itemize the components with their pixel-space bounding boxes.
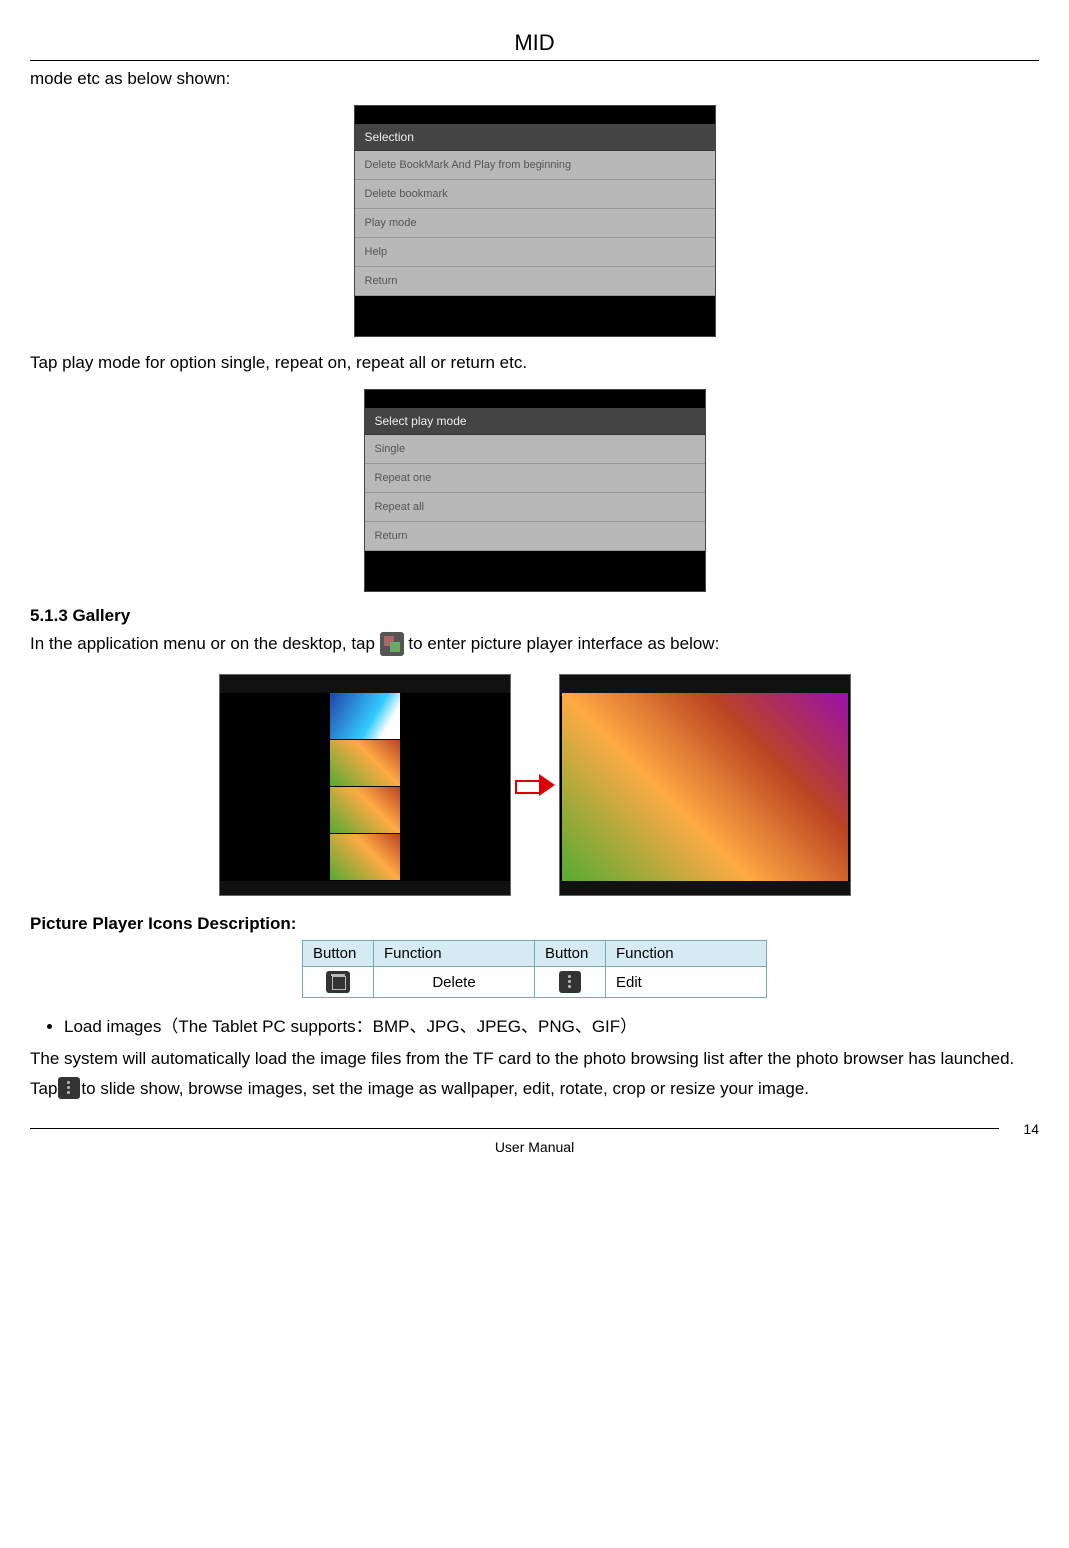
header-rule: [30, 60, 1039, 61]
page-header-title: MID: [30, 30, 1039, 56]
screenshot-gallery-list: [219, 674, 511, 896]
menu1-header: Selection: [355, 124, 715, 151]
edit-menu-icon: [559, 971, 581, 993]
menu1-item: Play mode: [355, 209, 715, 238]
gallery-line-a: In the application menu or on the deskto…: [30, 634, 380, 653]
menu2-item: Repeat one: [365, 464, 705, 493]
bullet-load-images: Load images（The Tablet PC supports：BMP、J…: [64, 1012, 1039, 1037]
menu1-item: Help: [355, 238, 715, 267]
menu1-item: Delete bookmark: [355, 180, 715, 209]
thumb-icon: [330, 740, 400, 787]
thumb-icon: [330, 693, 400, 740]
footer-rule: [30, 1128, 999, 1129]
th-function: Function: [606, 941, 767, 967]
fullimage-icon: [562, 693, 848, 881]
menu1-item: Delete BookMark And Play from beginning: [355, 151, 715, 180]
table-row: Delete Edit: [303, 967, 767, 998]
tap-line: Tap to slide show, browse images, set the…: [30, 1077, 1039, 1101]
thumb-icon: [330, 834, 400, 881]
func-delete: Delete: [374, 967, 535, 998]
tap-line-b: to slide show, browse images, set the im…: [81, 1079, 809, 1098]
delete-icon: [326, 971, 350, 993]
th-button: Button: [303, 941, 374, 967]
intro-text: mode etc as below shown:: [30, 67, 1039, 91]
menu2-header: Select play mode: [365, 408, 705, 435]
icons-desc-heading: Picture Player Icons Description:: [30, 914, 1039, 934]
menu2-item: Single: [365, 435, 705, 464]
icons-table: Button Function Button Function Delete E…: [302, 940, 767, 998]
menu2-item: Return: [365, 522, 705, 551]
screenshot-playmode-menu: Select play mode Single Repeat one Repea…: [364, 389, 706, 592]
screenshot-gallery-full: [559, 674, 851, 896]
more-menu-icon: [58, 1077, 80, 1099]
screenshot-selection-menu: Selection Delete BookMark And Play from …: [354, 105, 716, 337]
th-function: Function: [374, 941, 535, 967]
thumb-icon: [330, 787, 400, 834]
gallery-screenshots-row: [30, 674, 1039, 896]
section-heading-gallery: 5.1.3 Gallery: [30, 606, 1039, 626]
gallery-intro-line: In the application menu or on the deskto…: [30, 632, 1039, 657]
gallery-app-icon: [380, 632, 404, 656]
gallery-line-b: to enter picture player interface as bel…: [408, 634, 719, 653]
arrow-right-icon: [515, 774, 555, 796]
load-paragraph: The system will automatically load the i…: [30, 1047, 1039, 1071]
page-number: 14: [999, 1121, 1039, 1137]
footer: 14 User Manual: [30, 1121, 1039, 1155]
table-row: Button Function Button Function: [303, 941, 767, 967]
play-mode-text: Tap play mode for option single, repeat …: [30, 351, 1039, 375]
func-edit: Edit: [606, 967, 767, 998]
th-button: Button: [535, 941, 606, 967]
footer-label: User Manual: [30, 1139, 1039, 1155]
tap-line-a: Tap: [30, 1079, 57, 1098]
menu2-item: Repeat all: [365, 493, 705, 522]
menu1-item: Return: [355, 267, 715, 296]
